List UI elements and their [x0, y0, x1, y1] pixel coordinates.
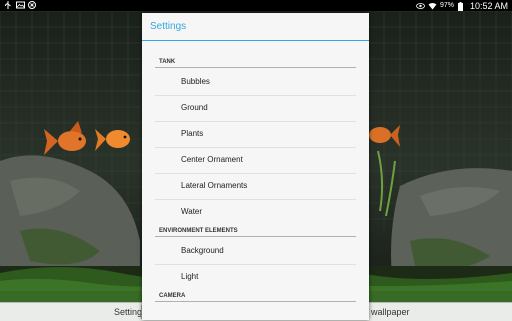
eye-icon [416, 2, 425, 10]
title-divider [142, 40, 369, 41]
item-divider [155, 264, 356, 265]
picture-icon [16, 1, 25, 9]
item-divider [155, 95, 356, 96]
dialog-title: Settings [150, 21, 187, 32]
setting-item-plants[interactable]: Plants [181, 129, 203, 138]
setting-item-light[interactable]: Light [181, 272, 198, 281]
setting-item-bubbles[interactable]: Bubbles [181, 77, 210, 86]
section-header-environment: ENVIRONMENT ELEMENTS [159, 228, 238, 234]
section-divider [155, 301, 356, 302]
set-wallpaper-button[interactable]: t wallpaper [366, 307, 410, 317]
setting-item-background[interactable]: Background [181, 246, 224, 255]
item-divider [155, 199, 356, 200]
item-divider [155, 147, 356, 148]
setting-item-center-ornament[interactable]: Center Ornament [181, 155, 243, 164]
section-divider [155, 67, 356, 68]
settings-dialog: Settings TANK Bubbles Ground Plants Cent… [142, 13, 369, 320]
usb-icon [4, 1, 12, 9]
item-divider [155, 173, 356, 174]
setting-item-water[interactable]: Water [181, 207, 202, 216]
item-divider [155, 121, 356, 122]
section-header-tank: TANK [159, 59, 176, 65]
clock: 10:52 AM [469, 0, 508, 11]
status-bar: 97% 10:52 AM [0, 0, 512, 11]
close-circle-icon [28, 1, 36, 9]
setting-item-ground[interactable]: Ground [181, 103, 208, 112]
battery-icon [457, 1, 466, 11]
section-header-camera: CAMERA [159, 293, 186, 299]
setting-item-lateral-ornaments[interactable]: Lateral Ornaments [181, 181, 247, 190]
battery-percent: 97% [439, 2, 454, 9]
section-divider [155, 236, 356, 237]
wifi-icon [428, 2, 437, 10]
